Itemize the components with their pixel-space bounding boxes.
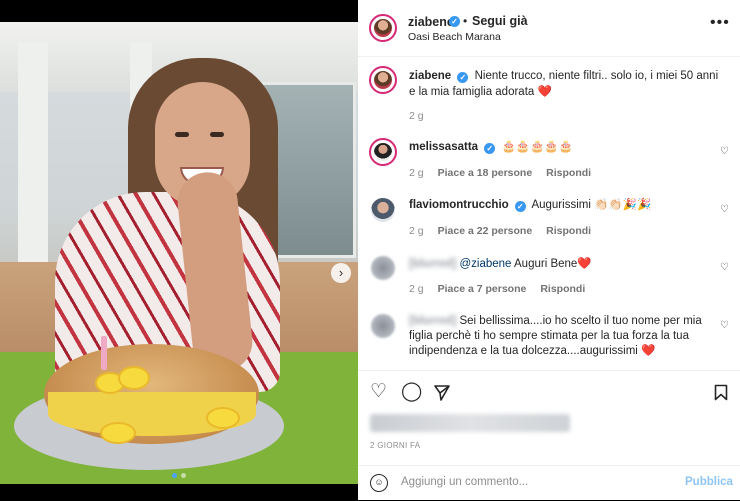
caption-username[interactable]: ziabene [409, 70, 451, 82]
reply-button[interactable]: Rispondi [546, 167, 591, 179]
comment-meta: 2 g Piace a 18 persone Rispondi [409, 167, 591, 179]
comment: [blurred] Sei bellissima....io ho scelto… [409, 314, 709, 359]
caption-time: 2 g [409, 110, 424, 122]
verified-badge-icon: ✓ [514, 201, 526, 212]
comment-likes[interactable]: Piace a 22 persone [438, 225, 533, 237]
chevron-right-icon[interactable]: › [331, 263, 351, 283]
comment-username[interactable]: flaviomontrucchio [409, 199, 509, 211]
caption-text: Niente trucco, niente filtri.. solo io, … [409, 70, 719, 98]
heart-icon[interactable]: ♡ [720, 262, 729, 273]
post-photo[interactable]: › [0, 22, 358, 484]
comment-likes[interactable]: Piace a 18 persone [438, 167, 533, 179]
comment-text: 🎂🎂🎂🎂🎂 [501, 141, 574, 153]
comment-icon[interactable]: ◯ [401, 382, 422, 402]
comment-meta: 2 g Piace a 22 persone Rispondi [409, 225, 591, 237]
paper-plane-icon[interactable] [433, 384, 451, 402]
heart-icon[interactable]: ♡ [370, 382, 387, 402]
author-username[interactable]: ziabene [408, 15, 454, 29]
comment-avatar[interactable] [371, 198, 395, 222]
author-avatar[interactable] [369, 14, 397, 42]
comment-username[interactable]: melissasatta [409, 141, 478, 153]
comment-avatar[interactable] [369, 138, 397, 166]
comment-composer: ☺ Aggiungi un commento... Pubblica [358, 465, 740, 501]
comment-avatar[interactable] [371, 256, 395, 280]
heart-icon[interactable]: ♡ [720, 204, 729, 215]
verified-badge-icon: ✓ [457, 72, 469, 83]
comment-username[interactable]: [blurred] [409, 258, 456, 270]
post-caption: ziabene ✓ Niente trucco, niente filtri..… [409, 68, 719, 100]
publish-button[interactable]: Pubblica [685, 476, 733, 488]
more-options-icon[interactable]: ••• [710, 14, 730, 32]
divider [358, 370, 740, 371]
comment-avatar[interactable] [371, 314, 395, 338]
comment-meta: 2 g Piace a 7 persone Rispondi [409, 283, 585, 295]
location-link[interactable]: Oasi Beach Marana [408, 31, 501, 43]
comment-likes[interactable]: Piace a 7 persone [438, 283, 527, 295]
post-side-panel: ziabene ✓ • Segui già Oasi Beach Marana … [358, 0, 740, 500]
comment-input[interactable]: Aggiungi un commento... [401, 476, 528, 488]
verified-badge-icon: ✓ [484, 143, 496, 154]
instagram-post-viewer: › ziabene ✓ • Segui già Oasi Beach Maran… [0, 0, 740, 500]
comment-time: 2 g [409, 283, 424, 295]
likes-summary[interactable] [370, 414, 570, 432]
comment-text: Augurissimi 👏🏻👏🏻🎉🎉 [531, 199, 652, 211]
bottom-letterbox [0, 484, 358, 500]
comment-username[interactable]: [blurred] [409, 315, 456, 327]
reply-button[interactable]: Rispondi [546, 225, 591, 237]
comment: [blurred] @ziabene Auguri Bene❤️ [409, 257, 592, 272]
comment-time: 2 g [409, 167, 424, 179]
comment: melissasatta ✓ 🎂🎂🎂🎂🎂 [409, 140, 573, 155]
follow-button[interactable]: Segui già [472, 14, 528, 28]
heart-icon[interactable]: ♡ [720, 320, 729, 331]
reply-button[interactable]: Rispondi [540, 283, 585, 295]
emoji-icon[interactable]: ☺ [370, 474, 388, 492]
carousel-indicator [0, 465, 358, 483]
verified-badge-icon: ✓ [449, 16, 460, 27]
caption-avatar[interactable] [369, 66, 397, 94]
heart-icon[interactable]: ♡ [720, 146, 729, 157]
comment-mention[interactable]: @ziabene [459, 258, 511, 270]
candle [101, 336, 107, 370]
post-time: 2 GIORNI FA [370, 441, 421, 450]
comment: flaviomontrucchio ✓ Augurissimi 👏🏻👏🏻🎉🎉 [409, 198, 651, 213]
post-header: ziabene ✓ • Segui già Oasi Beach Marana … [358, 0, 740, 57]
comment-text: Auguri Bene❤️ [514, 258, 592, 270]
comment-time: 2 g [409, 225, 424, 237]
bookmark-icon[interactable] [714, 384, 728, 401]
